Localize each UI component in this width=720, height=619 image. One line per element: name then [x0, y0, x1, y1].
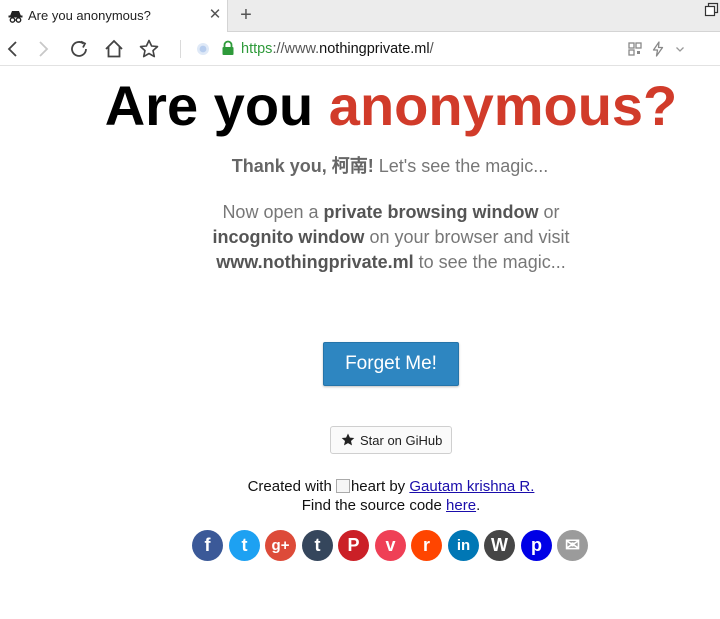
favorite-star-icon[interactable] — [137, 37, 161, 61]
twitter-icon[interactable]: t — [229, 530, 260, 561]
thanks-message: Thank you, 柯南! Let's see the magic... — [0, 152, 720, 178]
thanks-name: Thank you, 柯南! — [231, 156, 374, 176]
wordpress-icon[interactable]: W — [484, 530, 515, 561]
linkedin-icon[interactable]: in — [448, 530, 479, 561]
github-star-button[interactable]: Star on GiHub — [330, 426, 452, 454]
author-link[interactable]: Gautam krishna R. — [409, 478, 534, 495]
lightning-icon[interactable] — [649, 40, 667, 58]
credit-by: by — [385, 478, 410, 495]
home-icon[interactable] — [102, 37, 126, 61]
pinboard-icon[interactable]: p — [521, 530, 552, 561]
instr-site-url: www.nothingprivate.ml — [216, 252, 414, 272]
site-info-icon[interactable] — [195, 41, 211, 57]
facebook-icon[interactable]: f — [192, 530, 223, 561]
page-title: Are you anonymous? — [0, 74, 720, 138]
url-host: nothingprivate.ml — [319, 41, 430, 57]
instr-text-3: on your browser and visit — [364, 227, 570, 247]
social-share-bar: f t g+ t Pv r in Wp ✉ — [192, 530, 592, 562]
address-url[interactable]: https://www.nothingprivate.ml/ — [241, 41, 434, 57]
reddit-icon[interactable]: r — [411, 530, 442, 561]
tab-active[interactable]: Are you anonymous? ✕ — [0, 0, 228, 32]
github-star-label: Star on GiHub — [360, 433, 443, 448]
instr-incognito-window: incognito window — [212, 227, 365, 247]
source-text: Find the source code — [301, 497, 447, 514]
instr-text-4: to see the magic... — [413, 252, 566, 272]
instructions: Now open a private browsing window or in… — [0, 200, 720, 275]
lock-icon[interactable] — [221, 40, 235, 56]
url-path: / — [429, 41, 434, 57]
qr-code-icon[interactable] — [626, 40, 644, 58]
new-tab-button[interactable]: + — [235, 4, 257, 26]
navigation-bar: https://www.nothingprivate.ml/ — [0, 32, 720, 66]
spy-icon — [8, 9, 23, 24]
instr-text-2: or — [538, 202, 560, 222]
source-period: . — [476, 497, 481, 514]
source-link[interactable]: here — [446, 497, 476, 514]
back-icon[interactable] — [1, 37, 25, 61]
tumblr-icon[interactable]: t — [302, 530, 333, 561]
google-plus-icon[interactable]: g+ — [265, 530, 296, 561]
pinterest-icon[interactable]: P — [338, 530, 369, 561]
forward-icon[interactable] — [31, 37, 55, 61]
reload-icon[interactable] — [67, 37, 91, 61]
pocket-icon[interactable]: v — [375, 530, 406, 561]
broken-image-icon — [335, 479, 350, 493]
thanks-rest: Let's see the magic... — [373, 156, 549, 176]
credit-text: Created with — [247, 478, 336, 495]
toolbar-divider — [180, 40, 181, 58]
forget-me-button[interactable]: Forget Me! — [323, 342, 459, 386]
instr-text-1: Now open a — [222, 202, 324, 222]
heart-image-alt: heart — [350, 478, 386, 495]
title-accent: anonymous? — [328, 74, 678, 137]
tab-title: Are you anonymous? — [28, 8, 151, 23]
star-icon — [340, 432, 356, 448]
window-restore-icon[interactable] — [704, 2, 720, 18]
tab-close-icon[interactable]: ✕ — [207, 7, 223, 23]
tab-strip: Are you anonymous? ✕ + — [0, 0, 720, 32]
chevron-down-icon[interactable] — [671, 40, 689, 58]
credits: Created with heart by Gautam krishna R. … — [0, 477, 720, 515]
page-content: Are you anonymous? Thank you, 柯南! Let's … — [0, 67, 720, 619]
email-icon[interactable]: ✉ — [557, 530, 588, 561]
title-main: Are you — [104, 74, 314, 137]
instr-private-window: private browsing window — [323, 202, 539, 222]
url-separator: ://www. — [272, 41, 320, 57]
url-scheme: https — [241, 41, 273, 57]
